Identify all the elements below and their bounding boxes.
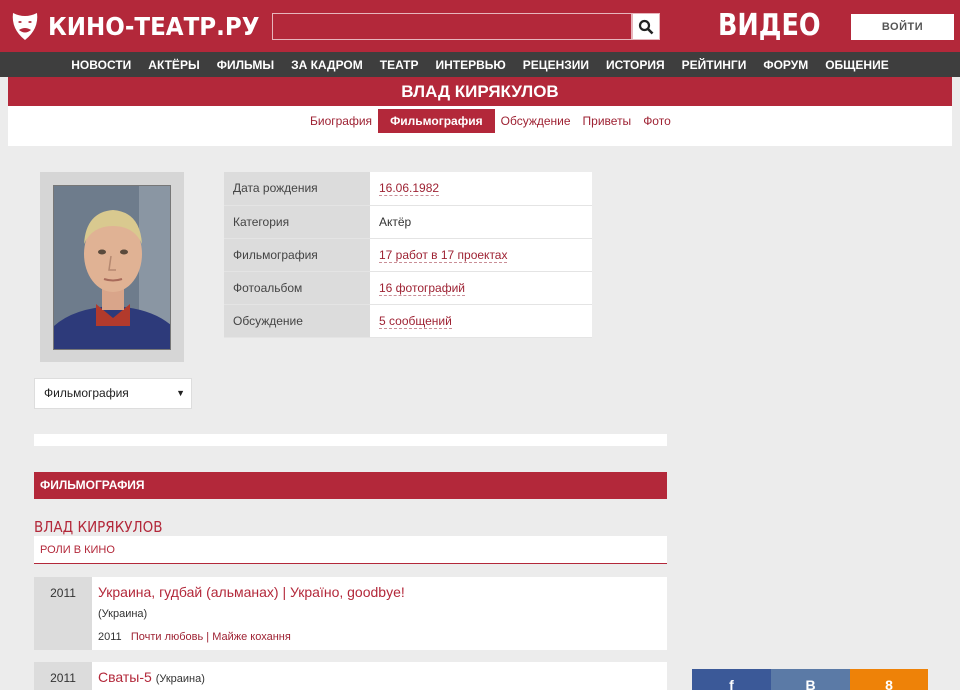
info-label: Обсуждение xyxy=(224,304,370,338)
film-segment: 2011 Почти любовь | Майже кохання xyxy=(98,631,291,643)
info-row-birthdate: Дата рождения 16.06.1982 xyxy=(224,172,592,206)
share-facebook-button[interactable]: f xyxy=(692,669,771,690)
nav-forum[interactable]: ФОРУМ xyxy=(763,58,808,72)
roles-in-film-header: РОЛИ В КИНО xyxy=(34,536,667,564)
top-bar: КИНО-ТЕАТР.РУ ВИДЕО ВОЙТИ xyxy=(0,0,960,52)
search-icon xyxy=(638,19,654,34)
info-row-category: Категория Актёр xyxy=(224,205,592,239)
tab-discussion[interactable]: Обсуждение xyxy=(495,109,577,133)
tab-greetings[interactable]: Приветы xyxy=(577,109,638,133)
tab-photos[interactable]: Фото xyxy=(637,109,677,133)
person-photo-frame xyxy=(40,172,184,362)
film-title: Сваты-5 (Украина) xyxy=(98,669,205,685)
nav-community[interactable]: ОБЩЕНИЕ xyxy=(825,58,889,72)
tab-filmography[interactable]: Фильмография xyxy=(378,109,495,133)
film-year: 2011 xyxy=(34,577,92,650)
site-logo[interactable]: КИНО-ТЕАТР.РУ xyxy=(8,8,278,44)
person-tabs: Биография Фильмография Обсуждение Привет… xyxy=(304,109,677,133)
info-label: Фотоальбом xyxy=(224,271,370,305)
tab-biography[interactable]: Биография xyxy=(304,109,378,133)
filmography-section-header: ФИЛЬМОГРАФИЯ xyxy=(34,472,667,499)
birthdate-link[interactable]: 16.06.1982 xyxy=(379,181,440,197)
info-label: Категория xyxy=(224,205,370,239)
video-section-link[interactable]: ВИДЕО xyxy=(718,8,821,43)
filmography-count-link[interactable]: 17 работ в 17 проектах xyxy=(379,247,508,263)
film-country: (Украина) xyxy=(98,608,148,620)
portrait-image xyxy=(54,186,170,349)
login-button[interactable]: ВОЙТИ xyxy=(851,14,954,40)
share-ok-button[interactable]: 8 xyxy=(850,669,928,690)
person-tabs-row: Биография Фильмография Обсуждение Привет… xyxy=(8,106,952,146)
film-country: (Украина) xyxy=(155,673,205,685)
vk-icon: В xyxy=(805,677,816,690)
content-divider xyxy=(34,434,667,446)
nav-history[interactable]: ИСТОРИЯ xyxy=(606,58,665,72)
info-row-discussion: Обсуждение 5 сообщений xyxy=(224,304,592,338)
nav-films[interactable]: ФИЛЬМЫ xyxy=(217,58,274,72)
film-entry: 2011 Украина, гудбай (альманах) | Україн… xyxy=(34,577,667,650)
person-photo[interactable] xyxy=(53,185,171,350)
info-label: Дата рождения xyxy=(224,172,370,206)
main-nav: НОВОСТИ АКТЁРЫ ФИЛЬМЫ ЗА КАДРОМ ТЕАТР ИН… xyxy=(0,52,960,77)
nav-actors[interactable]: АКТЁРЫ xyxy=(148,58,199,72)
nav-news[interactable]: НОВОСТИ xyxy=(71,58,131,72)
info-row-photoalbum: Фотоальбом 16 фотографий xyxy=(224,271,592,305)
person-name-header: ВЛАД КИРЯКУЛОВ xyxy=(8,77,952,106)
facebook-icon: f xyxy=(729,677,734,690)
logo-text: КИНО-ТЕАТР.РУ xyxy=(48,11,260,41)
nav-reviews[interactable]: РЕЦЕНЗИИ xyxy=(523,58,589,72)
share-vk-button[interactable]: В xyxy=(771,669,850,690)
search-button[interactable] xyxy=(632,13,660,40)
nav-ratings[interactable]: РЕЙТИНГИ xyxy=(682,58,747,72)
film-title-link[interactable]: Сваты-5 xyxy=(98,669,152,685)
discussion-link[interactable]: 5 сообщений xyxy=(379,313,452,329)
chevron-down-icon: ▼ xyxy=(176,388,185,398)
category-value: Актёр xyxy=(370,205,592,239)
nav-interviews[interactable]: ИНТЕРВЬЮ xyxy=(436,58,506,72)
filmography-actor-name: ВЛАД КИРЯКУЛОВ xyxy=(34,518,163,536)
nav-behind-scenes[interactable]: ЗА КАДРОМ xyxy=(291,58,363,72)
odnoklassniki-icon: 8 xyxy=(885,677,893,690)
segment-year: 2011 xyxy=(98,631,122,643)
segment-title-link[interactable]: Почти любовь | Майже кохання xyxy=(131,631,291,643)
info-label: Фильмография xyxy=(224,238,370,272)
film-title-link[interactable]: Украина, гудбай (альманах) | Україно, go… xyxy=(98,584,405,600)
person-page: ВЛАД КИРЯКУЛОВ Биография Фильмография Об… xyxy=(8,77,952,690)
theatre-mask-icon xyxy=(12,13,38,40)
film-entry: 2011 Сваты-5 (Украина) xyxy=(34,662,667,690)
person-info-table: Дата рождения 16.06.1982 Категория Актёр… xyxy=(224,172,592,338)
section-select[interactable]: Фильмография ▼ xyxy=(34,378,192,409)
photoalbum-link[interactable]: 16 фотографий xyxy=(379,280,466,296)
info-row-filmography: Фильмография 17 работ в 17 проектах xyxy=(224,238,592,272)
film-year: 2011 xyxy=(34,662,92,690)
section-select-value: Фильмография xyxy=(44,386,129,400)
nav-theatre[interactable]: ТЕАТР xyxy=(380,58,419,72)
search-input[interactable] xyxy=(272,13,632,40)
